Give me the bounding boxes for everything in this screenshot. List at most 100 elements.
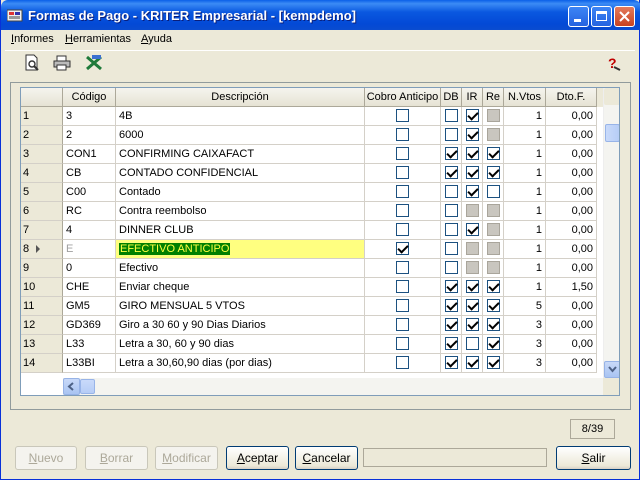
nvtos-cell[interactable]: 1 (504, 183, 546, 202)
cobro-anticipo-checkbox[interactable] (396, 260, 409, 274)
re-checkbox[interactable] (486, 355, 500, 369)
aceptar-button[interactable]: Aceptar (226, 446, 289, 470)
cobro-anticipo-checkbox[interactable] (396, 336, 409, 350)
re-checkbox[interactable] (486, 336, 500, 350)
descripcion-cell[interactable]: Giro a 30 60 y 90 Dias Diarios (116, 316, 365, 335)
dtof-cell[interactable]: 0,00 (546, 240, 597, 259)
header-dtof[interactable]: Dto.F. (546, 88, 597, 107)
descripcion-cell[interactable]: Contado (116, 183, 365, 202)
ir-checkbox[interactable] (465, 146, 479, 160)
print-button[interactable] (53, 54, 73, 72)
codigo-cell[interactable]: CB (63, 164, 116, 183)
vertical-scroll-thumb[interactable] (605, 124, 619, 142)
cobro-anticipo-checkbox[interactable] (396, 298, 409, 312)
codigo-cell[interactable]: E (63, 240, 116, 259)
codigo-cell[interactable]: GM5 (63, 297, 116, 316)
header-ir[interactable]: IR (462, 88, 483, 107)
vertical-scrollbar[interactable] (603, 88, 619, 378)
db-checkbox[interactable] (444, 317, 458, 331)
cobro-anticipo-checkbox[interactable] (396, 108, 409, 122)
nvtos-cell[interactable]: 1 (504, 202, 546, 221)
horizontal-scrollbar[interactable] (63, 378, 603, 395)
db-checkbox[interactable] (444, 336, 458, 350)
ir-checkbox[interactable] (465, 298, 479, 312)
table-row[interactable]: 6 RC Contra reembolso 1 0,00 (21, 202, 603, 221)
salir-button[interactable]: Salir (556, 446, 631, 470)
descripcion-cell[interactable]: Efectivo (116, 259, 365, 278)
nvtos-cell[interactable]: 5 (504, 297, 546, 316)
row-number[interactable]: 5 (21, 183, 63, 202)
re-checkbox[interactable] (486, 222, 500, 236)
header-db[interactable]: DB (441, 88, 462, 107)
nvtos-cell[interactable]: 1 (504, 126, 546, 145)
table-row[interactable]: 4 CB CONTADO CONFIDENCIAL 1 0,00 (21, 164, 603, 183)
ir-checkbox[interactable] (465, 222, 479, 236)
nvtos-cell[interactable]: 1 (504, 240, 546, 259)
title-bar[interactable]: Formas de Pago - KRITER Empresarial - [k… (1, 0, 640, 30)
re-checkbox[interactable] (486, 203, 500, 217)
menu-ayuda[interactable]: Ayuda (141, 33, 172, 45)
dtof-cell[interactable]: 0,00 (546, 316, 597, 335)
help-icon[interactable]: ? (605, 55, 621, 71)
table-row[interactable]: 12 GD369 Giro a 30 60 y 90 Dias Diarios 3 0,… (21, 316, 603, 335)
db-checkbox[interactable] (444, 108, 458, 122)
descripcion-cell[interactable]: Letra a 30,60,90 dias (por dias) (116, 354, 365, 373)
codigo-cell[interactable]: RC (63, 202, 116, 221)
nvtos-cell[interactable]: 1 (504, 107, 546, 126)
table-row[interactable]: 5 C00 Contado 1 0,00 (21, 183, 603, 202)
ir-checkbox[interactable] (465, 260, 479, 274)
dtof-cell[interactable]: 0,00 (546, 221, 597, 240)
cobro-anticipo-checkbox[interactable] (396, 203, 409, 217)
table-row[interactable]: 8 E EFECTIVO ANTICIPO 1 0,00 (21, 240, 603, 259)
ir-checkbox[interactable] (465, 336, 479, 350)
ir-checkbox[interactable] (465, 317, 479, 331)
db-checkbox[interactable] (444, 203, 458, 217)
descripcion-cell[interactable]: CONTADO CONFIDENCIAL (116, 164, 365, 183)
dtof-cell[interactable]: 0,00 (546, 202, 597, 221)
minimize-button[interactable] (568, 6, 589, 27)
table-row[interactable]: 9 0 Efectivo 1 0,00 (21, 259, 603, 278)
re-checkbox[interactable] (486, 279, 500, 293)
row-number[interactable]: 4 (21, 164, 63, 183)
row-number[interactable]: 9 (21, 259, 63, 278)
row-number[interactable]: 2 (21, 126, 63, 145)
ir-checkbox[interactable] (465, 184, 479, 198)
cobro-anticipo-checkbox[interactable] (396, 317, 409, 331)
ir-checkbox[interactable] (465, 127, 479, 141)
cobro-anticipo-checkbox[interactable] (396, 355, 409, 369)
descripcion-cell[interactable]: 6000 (116, 126, 365, 145)
dtof-cell[interactable]: 0,00 (546, 183, 597, 202)
ir-checkbox[interactable] (465, 108, 479, 122)
codigo-cell[interactable]: CON1 (63, 145, 116, 164)
dtof-cell[interactable]: 0,00 (546, 335, 597, 354)
row-number[interactable]: 12 (21, 316, 63, 335)
codigo-cell[interactable]: 0 (63, 259, 116, 278)
db-checkbox[interactable] (444, 241, 458, 255)
cancelar-button[interactable]: Cancelar (295, 446, 358, 470)
db-checkbox[interactable] (444, 279, 458, 293)
excel-export-button[interactable] (85, 54, 105, 72)
descripcion-cell[interactable]: DINNER CLUB (116, 221, 365, 240)
ir-checkbox[interactable] (465, 241, 479, 255)
row-number[interactable]: 11 (21, 297, 63, 316)
dtof-cell[interactable]: 0,00 (546, 297, 597, 316)
borrar-button[interactable]: Borrar (85, 446, 148, 470)
cobro-anticipo-checkbox[interactable] (396, 165, 409, 179)
db-checkbox[interactable] (444, 260, 458, 274)
table-row[interactable]: 1 3 4B 1 0,00 (21, 107, 603, 126)
close-button[interactable] (614, 6, 635, 27)
table-row[interactable]: 3 CON1 CONFIRMING CAIXAFACT 1 0,00 (21, 145, 603, 164)
descripcion-cell[interactable]: Letra a 30, 60 y 90 dias (116, 335, 365, 354)
dtof-cell[interactable]: 0,00 (546, 126, 597, 145)
header-codigo[interactable]: Código (63, 88, 116, 107)
dtof-cell[interactable]: 1,50 (546, 278, 597, 297)
cobro-anticipo-checkbox[interactable] (396, 127, 409, 141)
descripcion-cell[interactable]: CONFIRMING CAIXAFACT (116, 145, 365, 164)
ir-checkbox[interactable] (465, 165, 479, 179)
db-checkbox[interactable] (444, 298, 458, 312)
cobro-anticipo-checkbox[interactable] (396, 222, 409, 236)
re-checkbox[interactable] (486, 298, 500, 312)
ir-checkbox[interactable] (465, 203, 479, 217)
header-descripcion[interactable]: Descripción (116, 88, 365, 107)
nvtos-cell[interactable]: 1 (504, 259, 546, 278)
